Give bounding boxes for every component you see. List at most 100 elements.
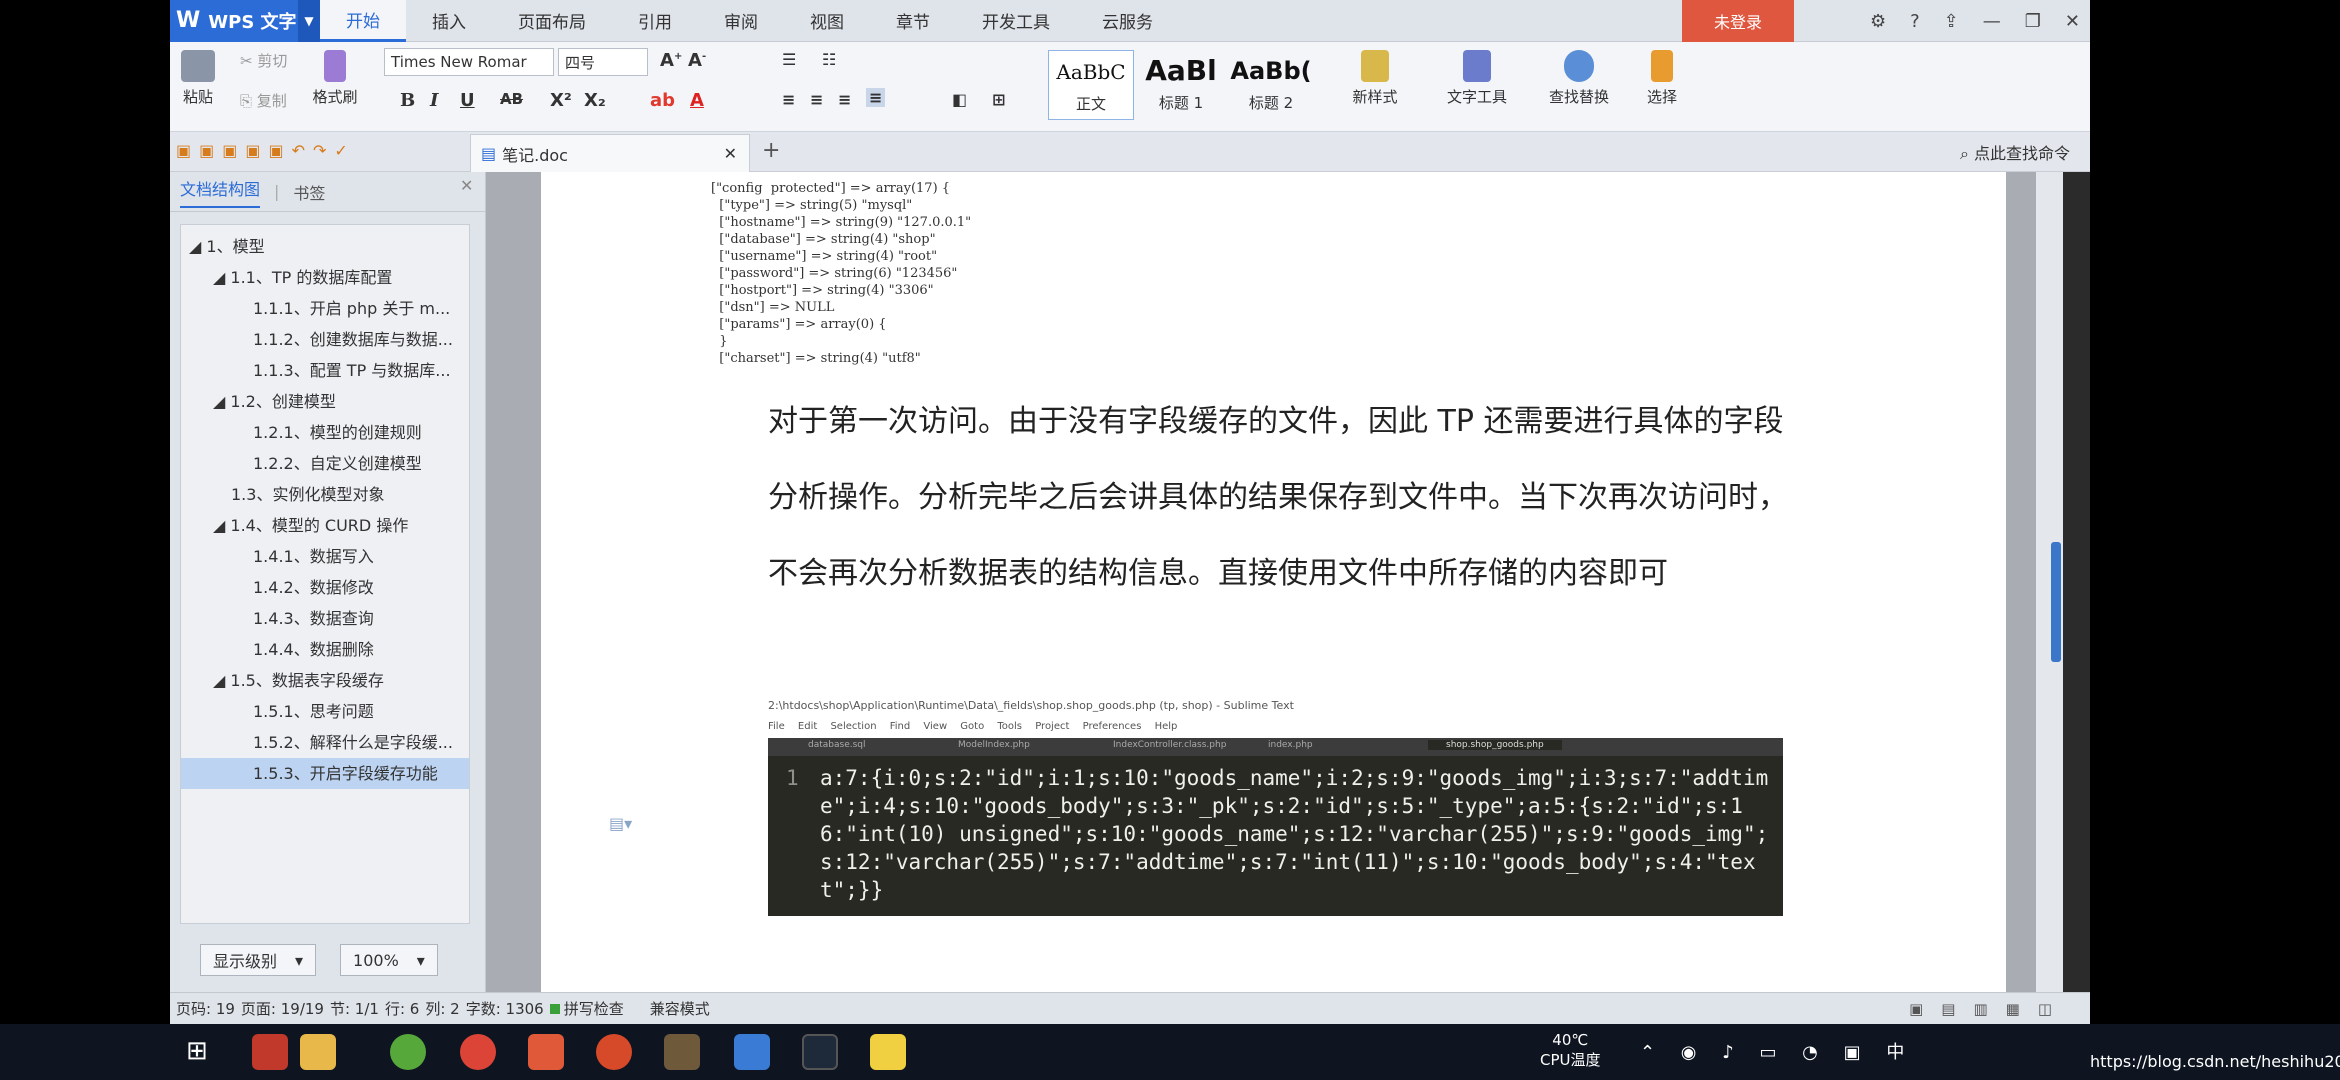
tab-bookmarks[interactable]: 书签: [293, 180, 325, 204]
tab-review[interactable]: 审阅: [698, 0, 784, 42]
nav-item[interactable]: 1.1.1、开启 php 关于 m...: [181, 293, 469, 324]
paste-button[interactable]: 粘贴: [178, 50, 218, 107]
spell-check-toggle[interactable]: 拼写检查: [549, 998, 630, 1019]
tab-home[interactable]: 开始: [320, 0, 406, 42]
system-tray[interactable]: ⌃ ◉ ♪ ▭ ◔ ▣ 中: [1640, 1038, 1914, 1064]
restore-ribbon-icon[interactable]: ⇪: [1944, 11, 1959, 32]
skin-icon[interactable]: ⚙: [1870, 11, 1886, 32]
grow-font-icon[interactable]: A+: [660, 50, 682, 71]
app-icon[interactable]: [596, 1034, 632, 1070]
paragraph-marker-icon[interactable]: ▤▾: [609, 814, 632, 833]
border-icon[interactable]: ⊞: [992, 90, 1005, 109]
bold-icon[interactable]: B: [400, 90, 415, 111]
nav-item[interactable]: 1.5.2、解释什么是字段缓...: [181, 727, 469, 758]
italic-icon[interactable]: I: [430, 90, 438, 111]
text-tools-button[interactable]: 文字工具: [1432, 50, 1522, 107]
close-icon[interactable]: ✕: [2065, 11, 2080, 32]
tab-chapter[interactable]: 章节: [870, 0, 956, 42]
folder-icon[interactable]: [300, 1034, 336, 1070]
nav-item[interactable]: 1.3、实例化模型对象: [181, 479, 469, 510]
strikethrough-icon[interactable]: AB: [500, 90, 523, 108]
nav-item[interactable]: 1.2.1、模型的创建规则: [181, 417, 469, 448]
nav-item[interactable]: 1.2.2、自定义创建模型: [181, 448, 469, 479]
new-style-icon: [1361, 50, 1389, 82]
nav-item[interactable]: 1.1.2、创建数据库与数据...: [181, 324, 469, 355]
login-button[interactable]: 未登录: [1682, 0, 1794, 42]
config-dump-image: ["config protected"] => array(17) { ["ty…: [711, 181, 972, 366]
vertical-scrollbar[interactable]: [2036, 172, 2063, 992]
chrome-icon[interactable]: [460, 1034, 496, 1070]
app-menu-button[interactable]: W WPS 文字 ▼: [170, 0, 320, 42]
scroll-thumb[interactable]: [2051, 542, 2061, 662]
new-tab-icon[interactable]: +: [762, 138, 780, 163]
nav-item[interactable]: 1.4.1、数据写入: [181, 541, 469, 572]
align-center-icon[interactable]: ≡: [810, 90, 823, 109]
font-name-select[interactable]: Times New Romar: [384, 48, 554, 76]
help-app-icon[interactable]: [870, 1034, 906, 1070]
tab-insert[interactable]: 插入: [406, 0, 492, 42]
minimize-icon[interactable]: —: [1983, 11, 2001, 32]
nav-item[interactable]: ◢ 1.2、创建模型: [181, 386, 469, 417]
align-right-icon[interactable]: ≡: [838, 90, 851, 109]
app-icon[interactable]: [528, 1034, 564, 1070]
format-painter-button[interactable]: 格式刷: [310, 50, 360, 107]
bullet-list-icon[interactable]: ☰: [782, 50, 796, 69]
underline-icon[interactable]: U: [460, 90, 475, 111]
nav-item[interactable]: 1.1.3、配置 TP 与数据库...: [181, 355, 469, 386]
nav-item[interactable]: ◢ 1、模型: [181, 231, 469, 262]
style-heading2[interactable]: AaBb( 标题 2: [1228, 50, 1314, 120]
zoom-select[interactable]: 100% ▾: [340, 944, 438, 976]
nav-item[interactable]: 1.5.1、思考问题: [181, 696, 469, 727]
tab-view[interactable]: 视图: [784, 0, 870, 42]
subscript-icon[interactable]: X₂: [584, 90, 606, 111]
document-page[interactable]: ["config protected"] => array(17) { ["ty…: [541, 172, 2006, 992]
nav-item[interactable]: ◢ 1.5、数据表字段缓存: [181, 665, 469, 696]
nav-item[interactable]: 1.4.3、数据查询: [181, 603, 469, 634]
ime-indicator[interactable]: 中: [1886, 1042, 1914, 1063]
wps-icon[interactable]: [734, 1034, 770, 1070]
copy-button[interactable]: ⎘ 复制: [240, 90, 287, 111]
select-button[interactable]: 选择: [1634, 50, 1690, 107]
body-paragraph[interactable]: 对于第一次访问。由于没有字段缓存的文件，因此 TP 还需要进行具体的字段分析操作…: [768, 384, 1798, 612]
highlight-icon[interactable]: ab: [650, 90, 675, 111]
nav-item[interactable]: 1.4.4、数据删除: [181, 634, 469, 665]
align-left-icon[interactable]: ≡: [782, 90, 795, 109]
shading-icon[interactable]: ◧: [952, 90, 967, 109]
font-color-icon[interactable]: A: [690, 90, 704, 111]
sublime-icon[interactable]: [664, 1034, 700, 1070]
close-tab-icon[interactable]: ✕: [724, 144, 737, 163]
maximize-icon[interactable]: ❐: [2025, 11, 2041, 32]
status-word-count[interactable]: 字数: 1306: [466, 998, 544, 1019]
document-tab[interactable]: ▤ 笔记.doc ✕: [470, 134, 750, 172]
app-icon[interactable]: [390, 1034, 426, 1070]
app-icon[interactable]: [252, 1034, 288, 1070]
numbered-list-icon[interactable]: ☷: [822, 50, 836, 69]
close-pane-icon[interactable]: ✕: [460, 176, 473, 195]
nav-item[interactable]: ◢ 1.4、模型的 CURD 操作: [181, 510, 469, 541]
nav-item-selected[interactable]: 1.5.3、开启字段缓存功能: [181, 758, 469, 789]
quick-access-icons[interactable]: ▣▣▣▣▣↶↷✓: [176, 141, 356, 160]
superscript-icon[interactable]: X²: [550, 90, 572, 111]
shrink-font-icon[interactable]: A-: [688, 50, 706, 71]
tab-developer[interactable]: 开发工具: [956, 0, 1076, 42]
show-level-select[interactable]: 显示级别 ▾: [200, 944, 317, 976]
help-icon[interactable]: ?: [1910, 11, 1920, 32]
font-size-select[interactable]: 四号: [558, 48, 648, 76]
nav-item[interactable]: ◢ 1.1、TP 的数据库配置: [181, 262, 469, 293]
view-mode-icons[interactable]: ▣▤▥▦◫: [1909, 1000, 2070, 1018]
tab-document-map[interactable]: 文档结构图: [180, 176, 261, 208]
nav-item[interactable]: 1.4.2、数据修改: [181, 572, 469, 603]
terminal-icon[interactable]: [802, 1034, 838, 1070]
justify-icon[interactable]: ≡: [866, 88, 886, 107]
chevron-down-icon[interactable]: ▼: [298, 0, 320, 42]
cut-button[interactable]: ✂ 剪切: [240, 50, 287, 71]
find-command-field[interactable]: ⌕ 点此查找命令: [1960, 140, 2070, 164]
style-heading1[interactable]: AaBl 标题 1: [1138, 50, 1224, 120]
tab-page-layout[interactable]: 页面布局: [492, 0, 612, 42]
style-normal[interactable]: AaBbC 正文: [1048, 50, 1134, 120]
find-replace-button[interactable]: 查找替换: [1536, 50, 1622, 107]
new-style-button[interactable]: 新样式: [1340, 50, 1410, 107]
tab-references[interactable]: 引用: [612, 0, 698, 42]
tab-cloud[interactable]: 云服务: [1076, 0, 1179, 42]
windows-start-icon[interactable]: ⊞: [186, 1036, 208, 1066]
